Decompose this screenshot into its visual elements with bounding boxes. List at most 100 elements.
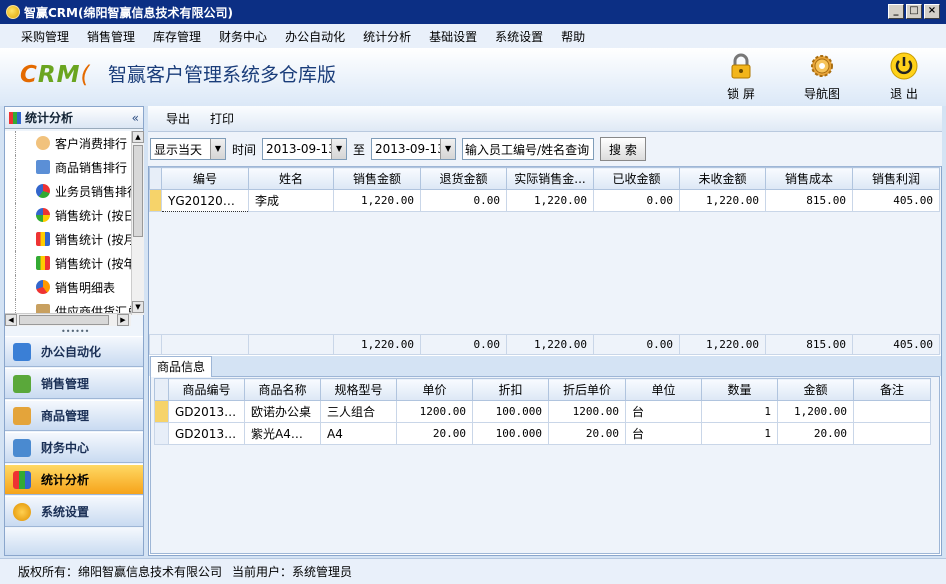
tree-item-product-ranking[interactable]: 商品销售排行 (15, 155, 131, 179)
column-header[interactable]: 数量 (701, 378, 778, 401)
menu-finance[interactable]: 财务中心 (210, 28, 276, 45)
search-input[interactable] (462, 138, 595, 160)
table-row[interactable]: GD201309... 紫光A4复... A4 20.00 100.000 20… (154, 422, 931, 445)
chevron-down-icon[interactable]: ▼ (331, 139, 347, 159)
table-cell[interactable]: 1200.00 (396, 400, 473, 423)
table-cell[interactable]: 台 (625, 422, 702, 445)
nav-statistics[interactable]: 统计分析 (5, 464, 143, 495)
nav-office[interactable]: 办公自动化 (5, 336, 143, 367)
table-cell[interactable]: 20.00 (777, 422, 854, 445)
table-row[interactable]: YG20120718... 李成 1,220.00 0.00 1,220.00 … (149, 189, 940, 212)
table-cell[interactable]: 1,220.00 (333, 189, 421, 212)
column-header[interactable]: 编号 (161, 167, 249, 190)
column-header[interactable]: 规格型号 (320, 378, 397, 401)
column-header[interactable]: 商品名称 (244, 378, 321, 401)
column-header[interactable]: 实际销售金... (506, 167, 594, 190)
table-cell[interactable] (853, 400, 931, 423)
scroll-right-icon[interactable]: ▶ (117, 314, 129, 326)
chevron-down-icon[interactable]: ▼ (210, 139, 225, 159)
tree-item-yearly-stats[interactable]: 销售统计 (按年) (15, 251, 131, 275)
print-button[interactable]: 打印 (210, 110, 234, 127)
table-cell[interactable]: 1,220.00 (679, 189, 766, 212)
splitter-grip[interactable]: •••••• (61, 327, 89, 336)
column-header[interactable]: 折扣 (472, 378, 549, 401)
column-header[interactable]: 姓名 (248, 167, 334, 190)
column-header[interactable]: 备注 (853, 378, 931, 401)
table-cell[interactable]: 1 (701, 422, 778, 445)
table-cell[interactable]: YG20120718... (161, 189, 249, 212)
minimize-button[interactable]: _ (888, 4, 904, 19)
scroll-thumb[interactable] (19, 315, 109, 325)
menu-purchase[interactable]: 采购管理 (12, 28, 78, 45)
column-header[interactable]: 单价 (396, 378, 473, 401)
nav-system[interactable]: 系统设置 (5, 496, 143, 527)
table-cell[interactable]: 1,220.00 (506, 189, 594, 212)
table-cell[interactable]: 紫光A4复... (244, 422, 321, 445)
search-button[interactable]: 搜 索 (600, 137, 646, 161)
table-cell[interactable]: 815.00 (765, 189, 853, 212)
range-select[interactable]: 显示当天 ▼ (150, 138, 226, 160)
menu-sales[interactable]: 销售管理 (78, 28, 144, 45)
table-cell[interactable] (853, 422, 931, 445)
navigation-map-button[interactable]: 导航图 (792, 52, 852, 102)
table-cell[interactable]: 三人组合 (320, 400, 397, 423)
column-header[interactable]: 金额 (777, 378, 854, 401)
table-cell[interactable]: 100.000 (472, 422, 549, 445)
close-button[interactable]: × (924, 4, 940, 19)
tree-item-salesperson-ranking[interactable]: 业务员销售排行 (15, 179, 131, 203)
maximize-button[interactable]: □ (906, 4, 922, 19)
menu-basic-settings[interactable]: 基础设置 (420, 28, 486, 45)
collapse-button[interactable]: « (132, 111, 139, 125)
table-cell[interactable]: 欧诺办公桌 (244, 400, 321, 423)
column-header[interactable]: 折后单价 (548, 378, 626, 401)
tree-horizontal-scrollbar[interactable]: ◀ ▶ (5, 313, 131, 326)
tree-item-monthly-stats[interactable]: 销售统计 (按月) (15, 227, 131, 251)
table-cell[interactable]: 台 (625, 400, 702, 423)
nav-finance[interactable]: 财务中心 (5, 432, 143, 463)
tree-vertical-scrollbar[interactable]: ▲ ▼ (131, 131, 144, 315)
table-cell[interactable]: GD201309... (168, 422, 245, 445)
column-header[interactable]: 商品编号 (168, 378, 245, 401)
lock-screen-button[interactable]: 锁 屏 (711, 52, 771, 102)
scroll-up-icon[interactable]: ▲ (132, 131, 144, 143)
table-cell[interactable]: 20.00 (548, 422, 626, 445)
column-header[interactable]: 已收金额 (593, 167, 680, 190)
column-header[interactable]: 销售金额 (333, 167, 421, 190)
scroll-left-icon[interactable]: ◀ (5, 314, 17, 326)
menu-help[interactable]: 帮助 (552, 28, 594, 45)
menu-office[interactable]: 办公自动化 (276, 28, 354, 45)
nav-products[interactable]: 商品管理 (5, 400, 143, 431)
table-cell[interactable]: 1 (701, 400, 778, 423)
menu-inventory[interactable]: 库存管理 (144, 28, 210, 45)
nav-sales[interactable]: 销售管理 (5, 368, 143, 399)
column-header[interactable]: 退货金额 (420, 167, 507, 190)
export-button[interactable]: 导出 (166, 110, 190, 127)
table-cell[interactable]: 0.00 (420, 189, 507, 212)
table-cell[interactable]: 1200.00 (548, 400, 626, 423)
date-from-picker[interactable]: 2013-09-13 ▼ (262, 138, 348, 160)
column-header[interactable]: 销售利润 (852, 167, 940, 190)
column-header[interactable]: 销售成本 (765, 167, 853, 190)
table-cell[interactable]: 1,200.00 (777, 400, 854, 423)
table-cell[interactable]: A4 (320, 422, 397, 445)
table-row[interactable]: GD201309... 欧诺办公桌 三人组合 1200.00 100.000 1… (154, 400, 931, 423)
scroll-thumb[interactable] (133, 145, 143, 237)
date-to-picker[interactable]: 2013-09-13 ▼ (371, 138, 457, 160)
table-cell[interactable]: 0.00 (593, 189, 680, 212)
menu-statistics[interactable]: 统计分析 (354, 28, 420, 45)
menu-system-settings[interactable]: 系统设置 (486, 28, 552, 45)
tree-item-daily-stats[interactable]: 销售统计 (按日) (15, 203, 131, 227)
table-cell[interactable]: 李成 (248, 189, 334, 212)
column-header[interactable]: 未收金额 (679, 167, 766, 190)
tree-item-sales-detail[interactable]: 销售明细表 (15, 275, 131, 299)
chevron-down-icon[interactable]: ▼ (440, 139, 456, 159)
exit-button[interactable]: 退 出 (874, 52, 934, 102)
table-cell[interactable]: 405.00 (852, 189, 940, 212)
table-cell[interactable]: 20.00 (396, 422, 473, 445)
tab-product-info[interactable]: 商品信息 (150, 356, 212, 377)
scroll-down-icon[interactable]: ▼ (132, 301, 144, 313)
table-cell[interactable]: GD201309... (168, 400, 245, 423)
table-cell[interactable]: 100.000 (472, 400, 549, 423)
tree-item-customer-ranking[interactable]: 客户消费排行 (15, 131, 131, 155)
column-header[interactable]: 单位 (625, 378, 702, 401)
